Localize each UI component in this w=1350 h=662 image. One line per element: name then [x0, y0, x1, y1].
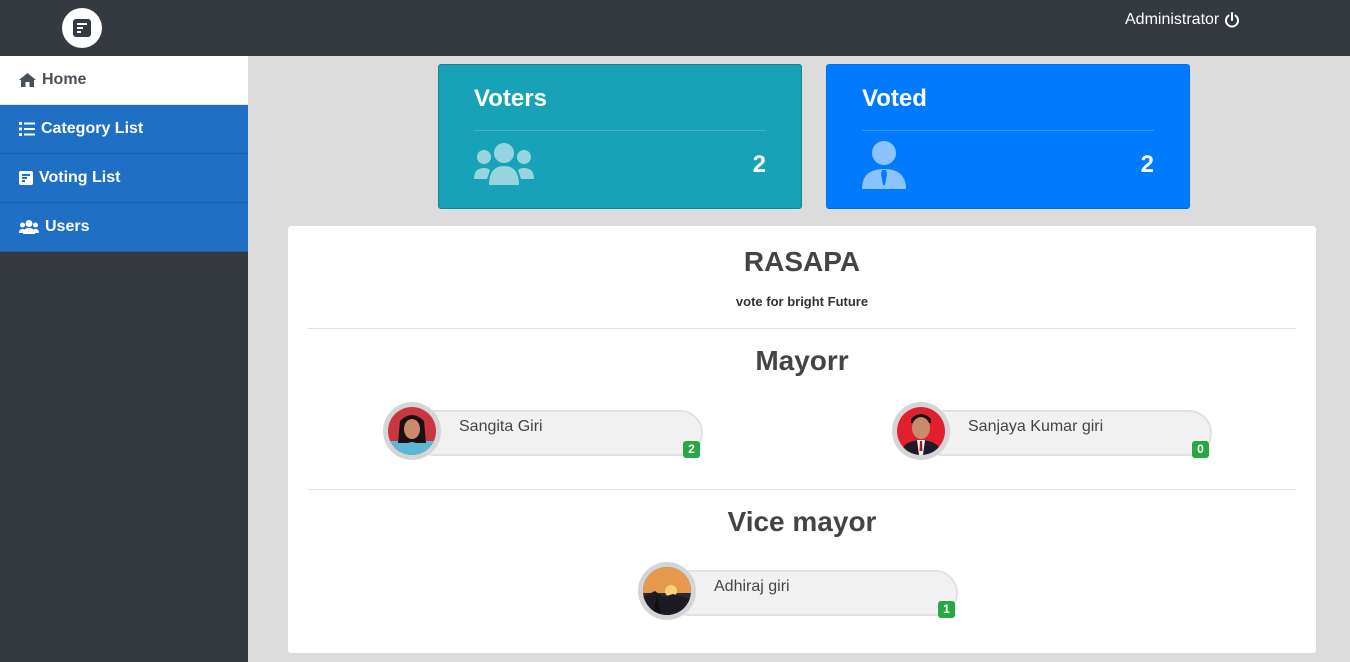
avatar [892, 402, 950, 460]
candidate-card[interactable]: Sangita Giri 2 [383, 402, 703, 460]
sidebar-item-label: Users [45, 218, 90, 235]
candidate-name: Adhiraj giri [714, 578, 790, 595]
divider [862, 130, 1154, 131]
vote-count-badge: 0 [1192, 441, 1209, 458]
sidebar-item-label: Category List [41, 120, 144, 137]
category-title: Vice mayor [727, 506, 877, 537]
vote-count-badge: 1 [938, 601, 955, 618]
user-label: Administrator [1125, 11, 1220, 28]
card-title: Voted [862, 85, 927, 112]
divider [308, 489, 1296, 490]
sidebar-item-label: Home [42, 71, 87, 88]
users-icon [19, 220, 39, 234]
sidebar-item-voting-list[interactable]: Voting List [0, 154, 248, 203]
candidate-pill [666, 570, 958, 616]
voted-count: 2 [1140, 151, 1154, 178]
users-icon [474, 141, 534, 190]
divider [308, 328, 1296, 329]
vote-count-badge: 2 [683, 441, 700, 458]
voting-results-panel: RASAPA vote for bright Future Mayorr San… [288, 226, 1316, 653]
power-icon [1225, 12, 1240, 28]
divider [474, 130, 766, 131]
candidate-name: Sanjaya Kumar giri [968, 418, 1104, 435]
sidebar-item-category-list[interactable]: Category List [0, 105, 248, 154]
candidate-pill [411, 410, 703, 456]
logo[interactable] [62, 8, 102, 48]
avatar [638, 562, 696, 620]
sidebar-item-label: Voting List [39, 169, 121, 186]
card-title: Voters [474, 85, 547, 112]
user-tie-icon [862, 141, 906, 194]
candidate-card[interactable]: Sanjaya Kumar giri 0 [892, 402, 1212, 460]
list-icon [19, 122, 35, 136]
candidate-card[interactable]: Adhiraj giri 1 [638, 562, 958, 620]
home-icon [19, 73, 36, 87]
voted-card: Voted 2 [826, 64, 1190, 209]
ballot-icon [19, 171, 33, 185]
voters-count: 2 [752, 151, 766, 178]
sidebar-item-users[interactable]: Users [0, 203, 248, 252]
party-name: RASAPA [743, 246, 861, 277]
sidebar-item-home[interactable]: Home [0, 56, 248, 105]
ballot-icon [73, 19, 91, 37]
candidate-name: Sangita Giri [459, 418, 543, 435]
party-slogan: vote for bright Future [735, 294, 869, 309]
sidebar: Home Category List Voting List Users [0, 56, 248, 662]
top-navbar: Administrator [0, 0, 1350, 56]
user-menu[interactable]: Administrator [1125, 10, 1240, 30]
category-title: Mayorr [755, 345, 849, 376]
voters-card: Voters 2 [438, 64, 802, 209]
avatar [383, 402, 441, 460]
